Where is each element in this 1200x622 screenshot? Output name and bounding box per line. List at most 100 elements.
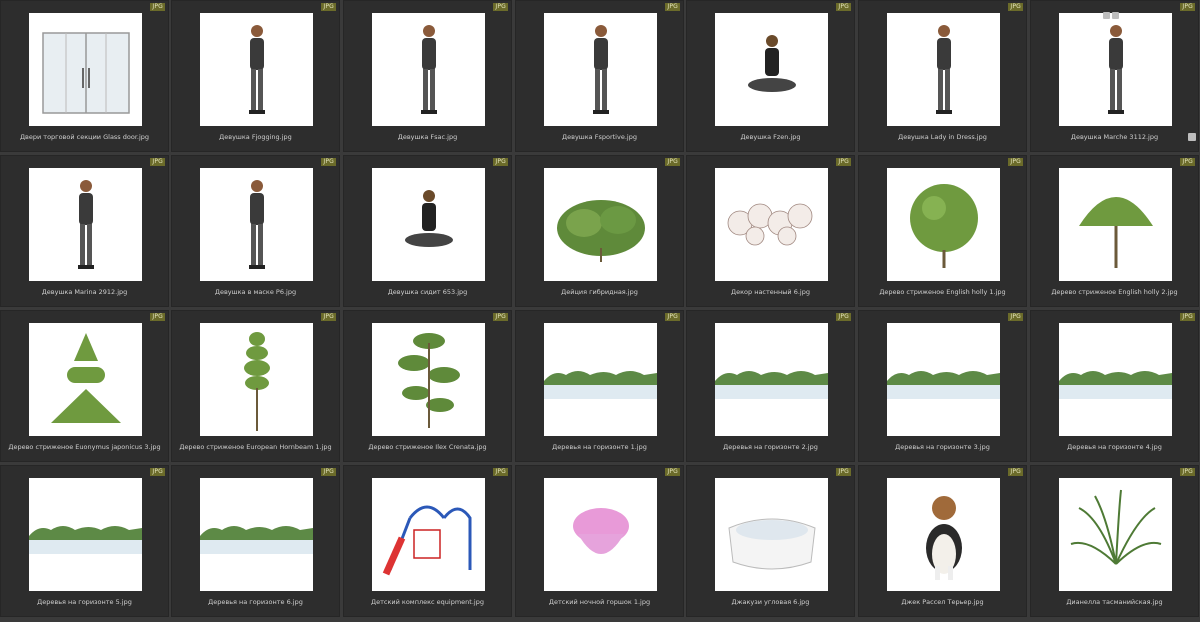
thumbnail-tile[interactable]: JPG Дейция гибридная.jpg [515,155,684,307]
thumbnail-tile[interactable]: JPG Дерево стриженое English holly 2.jpg [1030,155,1199,307]
person-sitting-icon [372,168,485,281]
thumbnail-tile[interactable]: JPG Дерево стриженое English holly 1.jpg [858,155,1027,307]
file-type-badge: JPG [321,158,336,166]
file-type-badge: JPG [321,468,336,476]
thumbnail-tile[interactable]: JPG Деревья на горизонте 1.jpg [515,310,684,462]
filename-label: Дерево стриженое Euonymus japonicus 3.jp… [8,443,161,451]
thumbnail-tile[interactable]: JPG Детский ночной горшок 1.jpg [515,465,684,617]
filename-label: Девушка Marche 3112.jpg [1070,133,1159,141]
file-type-badge: JPG [493,158,508,166]
filename-label: Деревья на горизонте 1.jpg [552,443,647,451]
thumbnail-tile[interactable]: JPG Двери торговой секции Glass door.jpg [0,0,169,152]
edit-icon[interactable] [1112,12,1119,19]
file-type-badge: JPG [665,313,680,321]
thumbnail-tile[interactable]: JPG Деревья на горизонте 4.jpg [1030,310,1199,462]
person-icon [200,168,313,281]
filename-label: Дерево стриженое English holly 2.jpg [1051,288,1178,296]
file-type-badge: JPG [836,158,851,166]
thumbnail-tile[interactable]: JPG Девушка Fzen.jpg [686,0,855,152]
thumbnail-tile[interactable]: JPG Девушка Marina 2912.jpg [0,155,169,307]
filename-label: Двери торговой секции Glass door.jpg [19,133,150,141]
file-type-badge: JPG [1180,468,1195,476]
filename-label: Дерево стриженое Ilex Crenata.jpg [368,443,487,451]
tile-tools [1103,4,1121,23]
filename-label: Дианелла тасманийская.jpg [1066,598,1163,606]
thumbnail-tile[interactable]: JPG Девушка сидит 653.jpg [343,155,512,307]
file-type-badge: JPG [1008,158,1023,166]
filename-label: Дерево стриженое English holly 1.jpg [879,288,1006,296]
person-icon [544,13,657,126]
horizon-icon [200,478,313,591]
thumbnail-grid: JPG Двери торговой секции Glass door.jpg J… [0,0,1200,622]
playground-icon [372,478,485,591]
filename-label: Деревья на горизонте 5.jpg [37,598,132,606]
file-type-badge: JPG [321,3,336,11]
thumbnail-tile[interactable]: JPG Дерево стриженое Ilex Crenata.jpg [343,310,512,462]
filename-label: Девушка Fsportive.jpg [562,133,637,141]
thumbnail-tile[interactable]: JPG Джек Рассел Терьер.jpg [858,465,1027,617]
cone-tree-icon [29,323,142,436]
file-type-badge: JPG [493,468,508,476]
filename-label: Джек Рассел Терьер.jpg [901,598,984,606]
dome-tree-icon [1059,168,1172,281]
thumbnail-tile[interactable]: JPG Дерево стриженое European Hornbeam 1.… [171,310,340,462]
thumbnail-tile[interactable]: JPG Дианелла тасманийская.jpg [1030,465,1199,617]
filename-label: Деревья на горизонте 6.jpg [208,598,303,606]
thumbnail-tile[interactable]: JPG Девушка Fjogging.jpg [171,0,340,152]
filename-label: Девушка Marina 2912.jpg [41,288,128,296]
filename-label: Девушка Fsac.jpg [397,133,458,141]
filename-label: Детский ночной горшок 1.jpg [548,598,651,606]
filename-label: Дейция гибридная.jpg [561,288,638,296]
filename-label: Деревья на горизонте 2.jpg [723,443,818,451]
decor-icon [715,168,828,281]
thumbnail-tile[interactable]: JPG Деревья на горизонте 3.jpg [858,310,1027,462]
person-icon [200,13,313,126]
filename-label: Девушка сидит 653.jpg [387,288,468,296]
person-sitting-icon [715,13,828,126]
thumbnail-tile[interactable]: JPG Джакузи угловая 6.jpg [686,465,855,617]
thumbnail-tile[interactable]: JPG Девушка Marche 3112.jpg [1030,0,1199,152]
thumbnail-tile[interactable]: JPG Детский комплекс equipment.jpg [343,465,512,617]
thumbnail-tile[interactable]: JPG Декор настенный 6.jpg [686,155,855,307]
file-type-badge: JPG [836,3,851,11]
thumbnail-tile[interactable]: JPG Дерево стриженое Euonymus japonicus 3… [0,310,169,462]
thumbnail-tile[interactable]: JPG Девушка Fsac.jpg [343,0,512,152]
file-type-badge: JPG [150,468,165,476]
file-type-badge: JPG [1008,468,1023,476]
horizon-icon [887,323,1000,436]
file-type-badge: JPG [493,3,508,11]
file-type-badge: JPG [665,158,680,166]
thumbnail-tile[interactable]: JPG Деревья на горизонте 2.jpg [686,310,855,462]
shrub-icon [544,168,657,281]
thumbnail-tile[interactable]: JPG Девушка в маске P6.jpg [171,155,340,307]
thumbnail-tile[interactable]: JPG Деревья на горизонте 5.jpg [0,465,169,617]
horizon-icon [544,323,657,436]
horizon-icon [715,323,828,436]
round-tree-icon [887,168,1000,281]
thumbnail-tile[interactable]: JPG Деревья на горизонте 6.jpg [171,465,340,617]
file-type-badge: JPG [1008,313,1023,321]
filename-label: Девушка Fjogging.jpg [219,133,292,141]
filename-label: Дерево стриженое European Hornbeam 1.jpg [179,443,332,451]
bonsai-tree-icon [372,323,485,436]
potty-icon [544,478,657,591]
thumbnail-tile[interactable]: JPG Девушка Lady in Dress.jpg [858,0,1027,152]
thumbnail-tile[interactable]: JPG Девушка Fsportive.jpg [515,0,684,152]
horizon-icon [29,478,142,591]
file-type-badge: JPG [665,468,680,476]
filename-label: Джакузи угловая 6.jpg [731,598,810,606]
filename-label: Деревья на горизонте 4.jpg [1067,443,1162,451]
filename-label: Декор настенный 6.jpg [731,288,810,296]
file-type-badge: JPG [1180,3,1195,11]
filename-label: Девушка в маске P6.jpg [214,288,297,296]
jacuzzi-icon [715,478,828,591]
filename-label: Детский комплекс equipment.jpg [371,598,484,606]
rotate-icon[interactable] [1103,12,1110,19]
file-type-badge: JPG [321,313,336,321]
select-checkbox-icon[interactable] [1188,133,1196,141]
file-type-badge: JPG [665,3,680,11]
file-type-badge: JPG [1180,158,1195,166]
horizon-icon [1059,323,1172,436]
person-icon [372,13,485,126]
person-icon [1059,13,1172,126]
